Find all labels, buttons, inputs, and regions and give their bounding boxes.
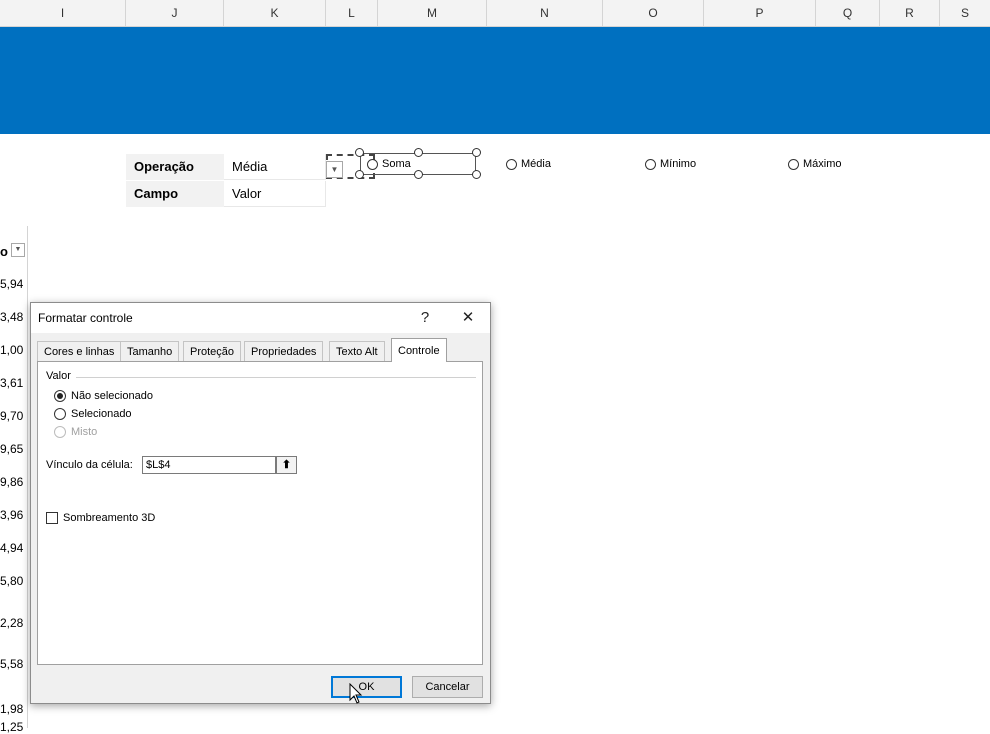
header-banner <box>0 27 990 134</box>
left-value-10: 5,80 <box>0 574 24 588</box>
left-value-11: 2,28 <box>0 616 24 630</box>
tab-texto-alt[interactable]: Texto Alt <box>329 341 385 361</box>
tab-cores-e-linhas[interactable]: Cores e linhas <box>37 341 122 361</box>
operacao-value-cell[interactable]: Média <box>224 154 326 180</box>
column-header-s[interactable]: S <box>940 0 990 26</box>
campo-value-cell[interactable]: Valor <box>224 181 326 207</box>
left-value-8: 3,96 <box>0 508 24 522</box>
tab-tamanho[interactable]: Tamanho <box>120 341 180 361</box>
column-header-i[interactable]: I <box>0 0 126 26</box>
option-soma-label: Soma <box>382 158 411 170</box>
column-header-n[interactable]: N <box>487 0 603 26</box>
option-minimo-label: Mínimo <box>660 158 697 170</box>
radio-selecionado[interactable] <box>54 408 66 420</box>
tab-propriedades[interactable]: Propriedades <box>244 341 324 361</box>
option-media-label: Média <box>521 158 551 170</box>
resize-handle-top-left[interactable] <box>355 148 364 157</box>
column-header-o[interactable]: O <box>603 0 704 26</box>
radio-misto-label: Misto <box>71 426 98 438</box>
column-header-j[interactable]: J <box>126 0 224 26</box>
left-value-7: 9,86 <box>0 475 24 489</box>
option-media-radio[interactable] <box>506 159 517 170</box>
left-value-14: 1,25 <box>0 720 24 734</box>
format-control-dialog: Formatar controle ? ✕ Cores e linhas Tam… <box>30 302 491 704</box>
sombreamento-3d-checkbox[interactable] <box>46 512 58 524</box>
sombreamento-3d-label: Sombreamento 3D <box>63 512 156 524</box>
left-value-2: 3,48 <box>0 310 24 324</box>
column-header-bar: I J K L M N O P Q R S <box>0 0 990 27</box>
option-maximo-label: Máximo <box>803 158 842 170</box>
controle-panel: Valor Não selecionado Selecionado Misto … <box>37 361 483 665</box>
filter-dropdown-icon[interactable]: ▼ <box>11 243 25 257</box>
operacao-label: Operação <box>126 154 224 180</box>
tab-protecao[interactable]: Proteção <box>183 341 242 361</box>
column-header-m[interactable]: M <box>378 0 487 26</box>
resize-handle-bottom[interactable] <box>414 170 423 179</box>
left-value-13: 1,98 <box>0 702 24 716</box>
left-value-6: 9,65 <box>0 442 24 456</box>
column-header-k[interactable]: K <box>224 0 326 26</box>
ok-button[interactable]: OK <box>331 676 402 698</box>
help-button[interactable]: ? <box>413 307 437 329</box>
column-header-q[interactable]: Q <box>816 0 880 26</box>
valor-group-label: Valor <box>46 370 71 382</box>
cell-link-label: Vínculo da célula: <box>46 459 133 471</box>
dialog-title: Formatar controle <box>38 311 133 325</box>
left-column-header-fragment: o <box>0 244 8 259</box>
left-value-4: 3,61 <box>0 376 24 390</box>
left-value-9: 4,94 <box>0 541 24 555</box>
dropdown-arrow-button[interactable]: ▼ <box>326 161 343 178</box>
column-header-l[interactable]: L <box>326 0 378 26</box>
left-value-1: 5,94 <box>0 277 24 291</box>
close-icon[interactable]: ✕ <box>456 307 480 329</box>
resize-handle-bottom-right[interactable] <box>472 170 481 179</box>
option-soma-radio[interactable] <box>367 159 378 170</box>
option-minimo-radio[interactable] <box>645 159 656 170</box>
column-header-r[interactable]: R <box>880 0 940 26</box>
collapse-dialog-icon[interactable]: ⬆ <box>276 456 297 474</box>
group-divider <box>76 377 476 378</box>
dialog-titlebar[interactable]: Formatar controle ? ✕ <box>31 303 490 333</box>
mouse-cursor-icon <box>349 683 363 704</box>
left-value-5: 9,70 <box>0 409 24 423</box>
resize-handle-bottom-left[interactable] <box>355 170 364 179</box>
radio-nao-selecionado-label: Não selecionado <box>71 390 153 402</box>
option-maximo-radio[interactable] <box>788 159 799 170</box>
radio-nao-selecionado[interactable] <box>54 390 66 402</box>
campo-label: Campo <box>126 181 224 207</box>
radio-misto <box>54 426 66 438</box>
left-value-12: 5,58 <box>0 657 24 671</box>
left-value-3: 1,00 <box>0 343 24 357</box>
column-header-p[interactable]: P <box>704 0 816 26</box>
cell-link-input[interactable]: $L$4 <box>142 456 276 474</box>
radio-selecionado-label: Selecionado <box>71 408 132 420</box>
tab-controle[interactable]: Controle <box>391 338 447 362</box>
resize-handle-top[interactable] <box>414 148 423 157</box>
resize-handle-top-right[interactable] <box>472 148 481 157</box>
cancel-button[interactable]: Cancelar <box>412 676 483 698</box>
